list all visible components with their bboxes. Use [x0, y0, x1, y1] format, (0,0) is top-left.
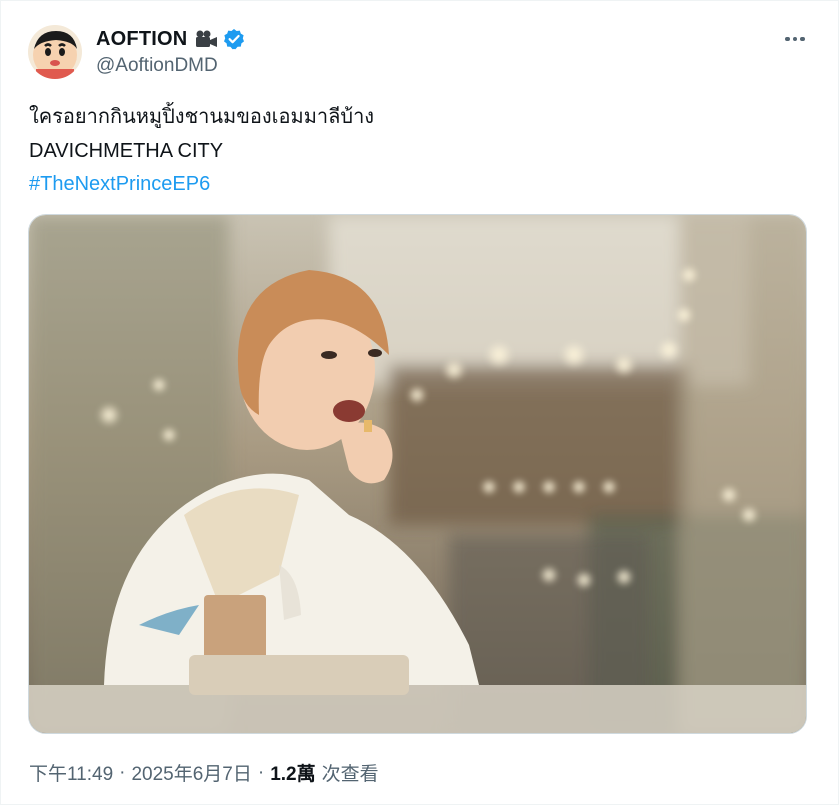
tweet-text-line-1: ใครอยากกินหมูปิ้งชานมของเอมมาลีบ้าง [29, 106, 375, 128]
more-dot [800, 36, 805, 42]
hashtag-link[interactable]: #TheNextPrinceEP6 [29, 168, 374, 202]
views-count: 1.2萬 [270, 764, 316, 785]
more-options-button[interactable] [781, 29, 809, 49]
views-label: 次查看 [321, 764, 379, 785]
tweet-meta: 下午11:49 · 2025年6月7日 · 1.2萬 次查看 [29, 759, 379, 786]
tweet-card: AOFTION @AoftionDMD ใครอยากกินหมูปิ้งชาน… [0, 0, 839, 805]
tweet-date[interactable]: 2025年6月7日 [131, 759, 251, 786]
tweet-time[interactable]: 下午11:49 [29, 759, 113, 786]
avatar-image [28, 25, 82, 79]
more-dot [792, 36, 798, 42]
tweet-text: ใครอยากกินหมูปิ้งชานมของเอมมาลีบ้าง DAVI… [29, 101, 374, 202]
movie-camera-icon [194, 29, 218, 49]
photo-image [29, 215, 806, 733]
tweet-header: AOFTION @AoftionDMD [96, 27, 245, 77]
display-name[interactable]: AOFTION [96, 28, 187, 51]
more-dots-icon [785, 36, 790, 42]
name-row: AOFTION [96, 27, 245, 51]
tweet-text-line-2: DAVICHMETHA CITY [29, 139, 224, 162]
meta-separator: · [119, 761, 126, 783]
avatar[interactable] [28, 25, 82, 79]
user-handle[interactable]: @AoftionDMD [96, 55, 245, 77]
tweet-photo[interactable] [28, 214, 807, 734]
verified-badge-icon[interactable] [223, 28, 245, 50]
meta-separator-2: · [257, 761, 265, 783]
